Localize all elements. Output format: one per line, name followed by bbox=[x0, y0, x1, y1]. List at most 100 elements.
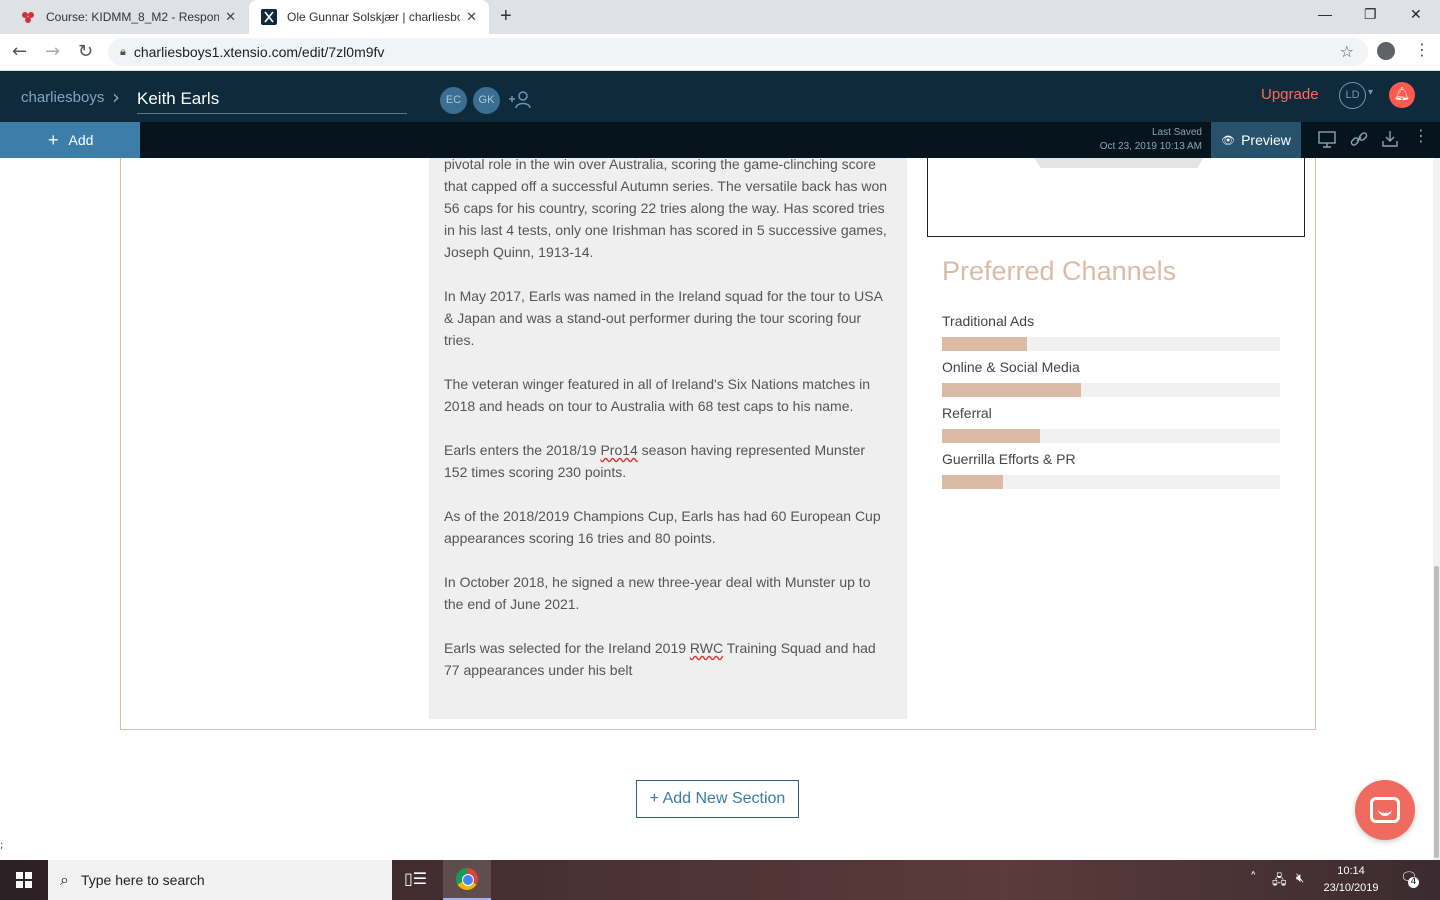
task-view-icon[interactable]: ▯☰ bbox=[404, 869, 427, 888]
eye-icon: 👁︎ bbox=[1221, 134, 1236, 147]
more-options-icon[interactable]: ⋮ bbox=[1413, 126, 1429, 145]
back-arrow-icon[interactable]: ← bbox=[12, 41, 27, 62]
chrome-taskbar-button[interactable] bbox=[443, 860, 491, 900]
bio-paragraph: Earls enters the 2018/19 Pro14 season ha… bbox=[444, 442, 866, 480]
browser-tab-xtensio[interactable]: Ole Gunnar Solskjær | charliesbo ✕ bbox=[249, 0, 489, 34]
bio-paragraph: As of the 2018/2019 Champions Cup, Earls… bbox=[444, 508, 881, 546]
editor-toolbar: + Add Last Saved Oct 23, 2019 10:13 AM 👁… bbox=[0, 122, 1440, 158]
chrome-icon bbox=[456, 868, 478, 890]
persona-canvas: pivotal role in the win over Australia, … bbox=[0, 158, 1440, 860]
channel-bar-fill bbox=[942, 337, 1027, 351]
profile-icon[interactable] bbox=[1377, 42, 1395, 60]
minimize-icon[interactable]: — bbox=[1318, 6, 1332, 22]
lock-icon: 🔒︎ bbox=[120, 45, 126, 58]
search-icon: ⌕ bbox=[60, 870, 69, 889]
app-header: charliesboys › Keith Earls EC GK Upgrade… bbox=[0, 71, 1440, 122]
browser-menu-icon[interactable]: ⋮ bbox=[1414, 40, 1430, 59]
tab-title: Ole Gunnar Solskjær | charliesbo bbox=[287, 10, 461, 24]
plus-icon: + bbox=[48, 129, 59, 150]
bio-paragraph: The veteran winger featured in all of Ir… bbox=[444, 376, 871, 414]
channel-bar-track[interactable] bbox=[942, 429, 1280, 443]
reload-icon[interactable]: ↻ bbox=[78, 41, 93, 62]
channel-bar-fill bbox=[942, 429, 1041, 443]
moodle-favicon-icon bbox=[22, 12, 34, 23]
preview-label: Preview bbox=[1241, 132, 1291, 148]
channel-row: Traditional Ads bbox=[942, 313, 1280, 351]
breadcrumb-chevron-icon: › bbox=[112, 85, 120, 109]
bio-paragraph: Earls was selected for the Ireland 2019 … bbox=[444, 640, 876, 678]
notification-bell-icon[interactable]: 🔔︎ bbox=[1389, 82, 1415, 108]
tab-title: Course: KIDMM_8_M2 - Responsi bbox=[46, 10, 220, 24]
channel-bar-track[interactable] bbox=[942, 383, 1280, 397]
collaborator-avatar[interactable]: EC bbox=[440, 87, 467, 114]
chevron-down-icon[interactable]: ▾ bbox=[1368, 87, 1373, 98]
channel-bar-track[interactable] bbox=[942, 475, 1280, 489]
url-bar[interactable]: 🔒︎ charliesboys1.xtensio.com/edit/7zl0m9… bbox=[108, 38, 1368, 66]
volume-muted-icon[interactable]: 🔇︎ bbox=[1296, 871, 1304, 886]
taskbar-search[interactable]: ⌕ Type here to search bbox=[48, 860, 392, 900]
clock-time: 10:14 bbox=[1337, 865, 1365, 877]
network-icon[interactable]: 🖧︎ bbox=[1272, 871, 1287, 893]
add-button-label: Add bbox=[68, 132, 94, 148]
url-text: charliesboys1.xtensio.com/edit/7zl0m9fv bbox=[133, 44, 385, 60]
action-center-icon[interactable]: 🗨︎4 bbox=[1400, 870, 1419, 888]
stray-text: ; bbox=[0, 840, 4, 851]
browser-tab-course[interactable]: Course: KIDMM_8_M2 - Responsi ✕ bbox=[8, 0, 248, 34]
last-saved-label: Last Saved bbox=[1151, 127, 1202, 138]
xtensio-favicon-icon bbox=[261, 9, 277, 25]
document-title-input[interactable]: Keith Earls bbox=[137, 89, 407, 114]
forward-arrow-icon[interactable]: → bbox=[45, 41, 60, 62]
add-button[interactable]: + Add bbox=[0, 122, 140, 158]
upgrade-link[interactable]: Upgrade bbox=[1261, 86, 1319, 103]
close-tab-icon[interactable]: ✕ bbox=[466, 9, 477, 25]
last-saved-status: Last Saved Oct 23, 2019 10:13 AM bbox=[1100, 126, 1202, 154]
channel-row: Online & Social Media bbox=[942, 359, 1280, 397]
taskbar-clock[interactable]: 10:14 23/10/2019 bbox=[1318, 863, 1384, 897]
download-icon[interactable] bbox=[1381, 130, 1399, 152]
preferred-channels-title: Preferred Channels bbox=[942, 256, 1177, 286]
bio-text-block[interactable]: pivotal role in the win over Australia, … bbox=[429, 158, 907, 719]
add-collaborator-icon[interactable] bbox=[507, 89, 535, 114]
channel-row: Guerrilla Efforts & PR bbox=[942, 451, 1280, 489]
bio-paragraph: pivotal role in the win over Australia, … bbox=[444, 158, 888, 260]
close-window-icon[interactable]: ✕ bbox=[1410, 6, 1422, 23]
search-placeholder: Type here to search bbox=[80, 872, 205, 888]
start-button[interactable] bbox=[0, 860, 48, 900]
bookmark-star-icon[interactable]: ☆ bbox=[1340, 42, 1354, 61]
chat-bubble-icon bbox=[1370, 797, 1400, 823]
windows-logo-icon bbox=[16, 872, 32, 888]
spellcheck-underline: RWC bbox=[689, 640, 724, 656]
channel-bar-fill bbox=[942, 475, 1003, 489]
notification-count-badge: 4 bbox=[1408, 877, 1419, 888]
collaborator-avatar[interactable]: GK bbox=[473, 87, 500, 114]
chat-support-button[interactable] bbox=[1355, 780, 1415, 840]
scrollbar-thumb[interactable] bbox=[1434, 566, 1439, 858]
image-placeholder-shape bbox=[1032, 158, 1206, 168]
show-hidden-icons-icon[interactable]: ˄ bbox=[1250, 871, 1257, 886]
spellcheck-underline: Pro14 bbox=[600, 442, 638, 458]
maximize-icon[interactable]: ❐ bbox=[1364, 6, 1377, 23]
channel-label: Guerrilla Efforts & PR bbox=[942, 451, 1076, 467]
workspace-link[interactable]: charliesboys bbox=[21, 89, 104, 106]
close-tab-icon[interactable]: ✕ bbox=[225, 9, 236, 25]
preview-button[interactable]: 👁︎ Preview bbox=[1211, 122, 1301, 158]
channel-row: Referral bbox=[942, 405, 1280, 443]
add-new-section-button[interactable]: + Add New Section bbox=[636, 780, 799, 818]
channel-label: Referral bbox=[942, 405, 992, 421]
bio-paragraph: In October 2018, he signed a new three-y… bbox=[444, 574, 871, 612]
channel-bar-track[interactable] bbox=[942, 337, 1280, 351]
present-icon[interactable] bbox=[1318, 130, 1336, 152]
channel-label: Online & Social Media bbox=[942, 359, 1080, 375]
last-saved-time: Oct 23, 2019 10:13 AM bbox=[1099, 141, 1202, 152]
image-block[interactable] bbox=[927, 158, 1305, 237]
bio-paragraph: In May 2017, Earls was named in the Irel… bbox=[444, 288, 883, 348]
windows-taskbar: ⌕ Type here to search ▯☰ ˄ 🖧︎ 🔇︎ 10:14 2… bbox=[0, 860, 1440, 900]
clock-date: 23/10/2019 bbox=[1323, 882, 1379, 894]
address-bar-row: ← → ↻ 🔒︎ charliesboys1.xtensio.com/edit/… bbox=[0, 34, 1440, 71]
new-tab-button[interactable]: + bbox=[500, 5, 512, 28]
browser-tab-bar: Course: KIDMM_8_M2 - Responsi ✕ Ole Gunn… bbox=[0, 0, 1440, 34]
user-avatar[interactable]: LD bbox=[1339, 82, 1366, 109]
channel-label: Traditional Ads bbox=[942, 313, 1035, 329]
channel-bar-fill bbox=[942, 383, 1081, 397]
share-link-icon[interactable] bbox=[1350, 130, 1368, 152]
